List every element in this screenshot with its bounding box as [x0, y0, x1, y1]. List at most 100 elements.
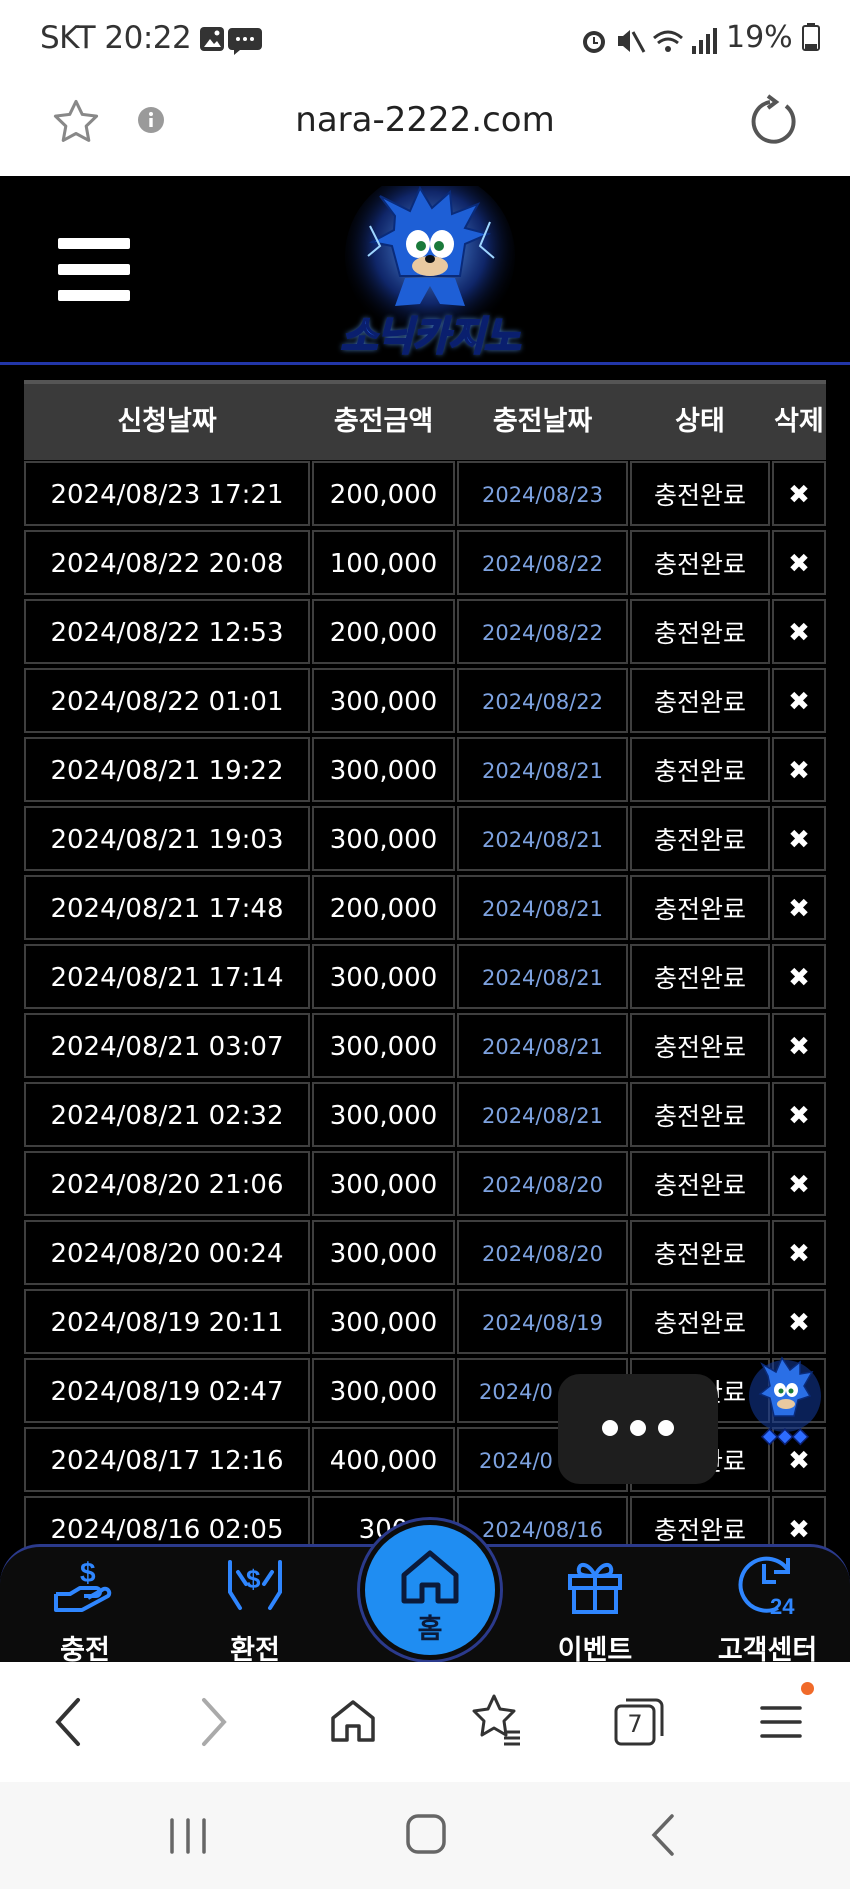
amount-cell: 200,000 [312, 461, 455, 526]
table-row: 2024/08/20 21:06 300,000 2024/08/20 충전완료… [24, 1151, 826, 1216]
amount-cell: 300,000 [312, 1289, 455, 1354]
requested-date-cell: 2024/08/20 21:06 [24, 1151, 310, 1216]
amount-cell: 200,000 [312, 875, 455, 940]
amount-cell: 300,000 [312, 806, 455, 871]
requested-date-cell: 2024/08/20 00:24 [24, 1220, 310, 1285]
delete-button[interactable]: ✖ [772, 668, 826, 733]
charged-date-cell: 2024/08/22 [457, 530, 628, 595]
back-icon[interactable] [48, 1692, 88, 1752]
charged-date-cell: 2024/08/21 [457, 1013, 628, 1078]
requested-date-cell: 2024/08/23 17:21 [24, 461, 310, 526]
notification-icons [198, 24, 262, 60]
nav-home-button[interactable]: 홈 [360, 1520, 500, 1660]
hamburger-menu-button[interactable] [58, 238, 130, 302]
amount-cell: 200,000 [312, 599, 455, 664]
browser-url-bar: nara-2222.com [0, 80, 850, 177]
wifi-icon [653, 30, 683, 52]
requested-date-cell: 2024/08/22 01:01 [24, 668, 310, 733]
requested-date-cell: 2024/08/21 03:07 [24, 1013, 310, 1078]
amount-cell: 400,000 [312, 1427, 455, 1492]
delete-button[interactable]: ✖ [772, 1289, 826, 1354]
header-delete: 삭제 [774, 406, 824, 437]
system-back-icon[interactable] [648, 1812, 678, 1858]
amount-cell: 300,000 [312, 1082, 455, 1147]
svg-text:◆◆◆: ◆◆◆ [761, 1425, 809, 1447]
amount-cell: 300,000 [312, 1013, 455, 1078]
requested-date-cell: 2024/08/21 02:32 [24, 1082, 310, 1147]
url-text[interactable]: nara-2222.com [0, 100, 850, 140]
delete-button[interactable]: ✖ [772, 1013, 826, 1078]
sonic-mascot-icon: ◆◆◆ [749, 1356, 821, 1447]
charged-date-cell: 2024/08/22 [457, 599, 628, 664]
charged-date-cell: 2024/08/20 [457, 1151, 628, 1216]
delete-button[interactable]: ✖ [772, 944, 826, 1009]
signal-icon [692, 28, 717, 54]
delete-button[interactable]: ✖ [772, 1082, 826, 1147]
table-row: 2024/08/21 19:03 300,000 2024/08/21 충전완료… [24, 806, 826, 871]
delete-button[interactable]: ✖ [772, 1220, 826, 1285]
delete-button[interactable]: ✖ [772, 599, 826, 664]
home-icon[interactable] [328, 1696, 378, 1746]
nav-event-button[interactable] [562, 1552, 628, 1618]
status-cell: 충전완료 [630, 599, 770, 664]
gift-icon [568, 1563, 622, 1614]
floating-chat-logo[interactable]: ◆◆◆ [740, 1356, 830, 1452]
alarm-icon [583, 31, 605, 53]
tabs-button[interactable]: 7 [612, 1694, 668, 1750]
carrier-time: SKT 20:22 [40, 20, 192, 56]
delete-button[interactable]: ✖ [772, 806, 826, 871]
status-cell: 충전완료 [630, 530, 770, 595]
delete-button[interactable]: ✖ [772, 461, 826, 526]
nav-withdraw-button[interactable]: $ [220, 1552, 290, 1618]
notification-dot [801, 1682, 814, 1695]
nav-deposit-button[interactable]: $ [50, 1554, 120, 1618]
menu-icon[interactable] [758, 1702, 804, 1742]
status-cell: 충전완료 [630, 737, 770, 802]
table-row: 2024/08/21 17:14 300,000 2024/08/21 충전완료… [24, 944, 826, 1009]
delete-button[interactable]: ✖ [772, 530, 826, 595]
recent-apps-icon[interactable] [166, 1816, 210, 1856]
charged-date-cell: 2024/08/22 [457, 668, 628, 733]
requested-date-cell: 2024/08/21 19:03 [24, 806, 310, 871]
bookmarks-icon[interactable] [468, 1692, 524, 1748]
amount-cell: 300,000 [312, 1151, 455, 1216]
delete-button[interactable]: ✖ [772, 1151, 826, 1216]
delete-button[interactable]: ✖ [772, 737, 826, 802]
reload-icon[interactable] [746, 94, 802, 150]
battery-icon [802, 23, 821, 51]
status-cell: 충전완료 [630, 806, 770, 871]
nav-support-button[interactable]: 24 [732, 1548, 802, 1620]
nav-home-label[interactable]: 홈 [365, 1607, 495, 1646]
forward-icon[interactable] [194, 1692, 234, 1752]
requested-date-cell: 2024/08/17 12:16 [24, 1427, 310, 1492]
table-row: 2024/08/23 17:21 200,000 2024/08/23 충전완료… [24, 461, 826, 526]
system-home-icon[interactable] [404, 1812, 448, 1856]
floating-more-button[interactable] [558, 1374, 718, 1484]
table-row: 2024/08/22 20:08 100,000 2024/08/22 충전완료… [24, 530, 826, 595]
charged-date-cell: 2024/08/21 [457, 806, 628, 871]
requested-date-cell: 2024/08/21 17:48 [24, 875, 310, 940]
header-requested-date: 신청날짜 [117, 406, 217, 437]
table-row: 2024/08/21 03:07 300,000 2024/08/21 충전완료… [24, 1013, 826, 1078]
header-amount: 충전금액 [333, 406, 434, 437]
status-cell: 충전완료 [630, 461, 770, 526]
amount-cell: 300,000 [312, 944, 455, 1009]
amount-cell: 300,000 [312, 668, 455, 733]
table-row: 2024/08/22 01:01 300,000 2024/08/22 충전완료… [24, 668, 826, 733]
amount-cell: 100,000 [312, 530, 455, 595]
system-nav-bar [0, 1782, 850, 1889]
status-cell: 충전완료 [630, 668, 770, 733]
charged-date-cell: 2024/08/21 [457, 737, 628, 802]
svg-text:$: $ [80, 1557, 96, 1588]
logo-text: 소닉카지노 [340, 313, 522, 361]
status-cell: 충전완료 [630, 875, 770, 940]
table-row: 2024/08/19 20:11 300,000 2024/08/19 충전완료… [24, 1289, 826, 1354]
charged-date-cell: 2024/08/20 [457, 1220, 628, 1285]
home-icon [401, 1550, 459, 1604]
amount-cell: 300,000 [312, 737, 455, 802]
header-status: 상태 [675, 406, 725, 437]
site-logo[interactable]: 소닉카지노 [310, 171, 550, 361]
amount-cell: 300,000 [312, 1358, 455, 1423]
delete-button[interactable]: ✖ [772, 875, 826, 940]
svg-text:24: 24 [770, 1594, 795, 1619]
